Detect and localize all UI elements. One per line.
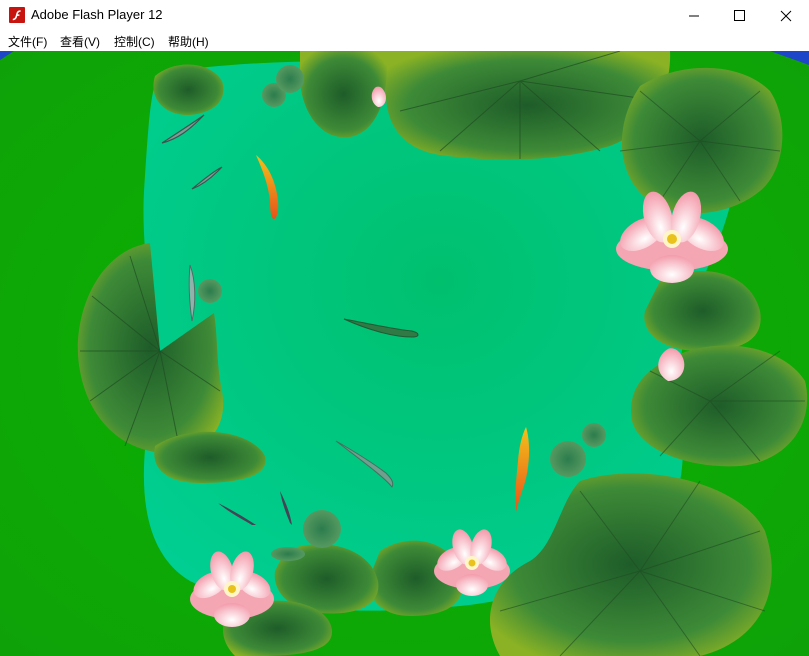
menu-control[interactable]: 控制(C) [114,33,155,50]
flash-stage[interactable] [0,51,809,656]
small-pad-4 [550,441,586,477]
minimize-icon [688,15,699,17]
close-icon [780,10,792,21]
window-title: Adobe Flash Player 12 [31,7,163,22]
small-pad-2 [276,65,304,93]
menu-bar: 文件(F) 查看(V) 控制(C) 帮助(H) [0,31,809,51]
minimize-button[interactable] [671,0,717,31]
menu-file[interactable]: 文件(F) [8,33,47,50]
close-button[interactable] [763,0,809,31]
small-pad-7 [271,547,305,561]
maximize-button[interactable] [716,0,762,31]
flash-player-icon [9,7,25,23]
title-bar[interactable]: Adobe Flash Player 12 [0,0,809,31]
menu-help[interactable]: 帮助(H) [168,33,209,50]
small-pad-3 [198,279,222,303]
small-pad-6 [303,510,341,548]
flash-player-window: Adobe Flash Player 12 文件(F) 查看(V) 控制(C) … [0,0,809,656]
lily-pad-top-far-left [153,64,224,116]
small-pad-5 [582,423,606,447]
maximize-icon [733,10,745,21]
menu-view[interactable]: 查看(V) [60,33,100,50]
lily-pad-top-right [619,67,783,214]
